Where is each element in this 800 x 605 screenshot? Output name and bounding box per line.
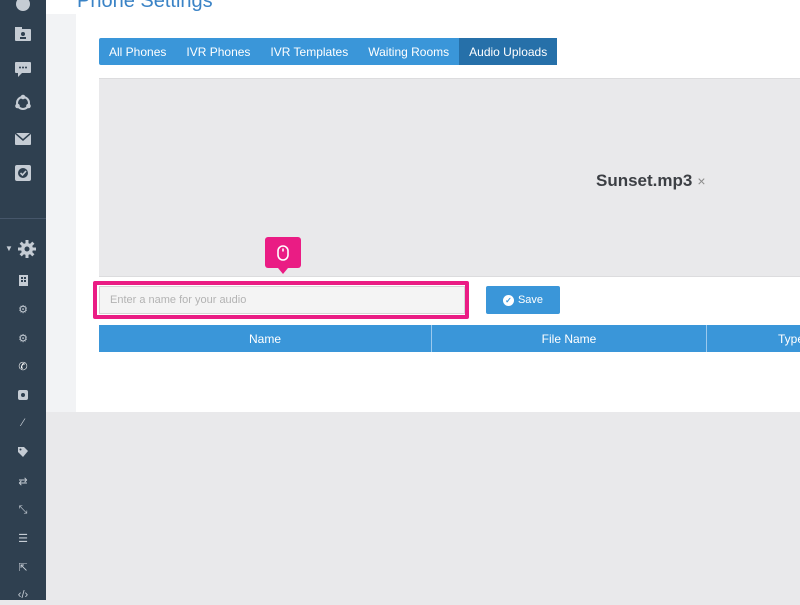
building-icon[interactable] <box>0 270 46 290</box>
check-square-icon[interactable] <box>0 159 46 187</box>
sidebar-divider <box>0 218 46 219</box>
code-icon[interactable]: ‹/› <box>0 585 46 605</box>
tag-icon[interactable] <box>0 442 46 462</box>
content-margin <box>46 14 76 412</box>
tab-waiting-rooms[interactable]: Waiting Rooms <box>358 38 459 65</box>
mail-icon[interactable] <box>0 125 46 153</box>
phone-square-icon[interactable] <box>0 385 46 405</box>
settings-tabs: All Phones IVR Phones IVR Templates Wait… <box>99 38 558 65</box>
page-background <box>46 412 800 600</box>
network-icon[interactable] <box>0 89 46 117</box>
magic-wand-icon[interactable]: ⁄ <box>0 413 46 433</box>
phone-icon[interactable]: ✆ <box>0 356 46 376</box>
check-circle-icon: ✓ <box>502 294 514 306</box>
file-name: Sunset.mp3 <box>596 171 693 190</box>
tab-audio-uploads[interactable]: Audio Uploads <box>459 38 558 65</box>
user-icon[interactable] <box>0 0 46 18</box>
column-header-type[interactable]: Type <box>707 325 800 352</box>
settings-gear-icon[interactable] <box>12 235 42 263</box>
share-icon[interactable]: ⇱ <box>0 557 46 577</box>
tab-all-phones[interactable]: All Phones <box>99 38 176 65</box>
gears-icon[interactable]: ⚙ <box>0 328 46 348</box>
save-button[interactable]: ✓ Save <box>486 286 560 314</box>
page-title: Phone Settings <box>77 0 213 12</box>
uploaded-file: Sunset.mp3 × <box>596 171 706 191</box>
audio-dropzone[interactable]: Sunset.mp3 × <box>99 78 800 277</box>
remove-file-icon[interactable]: × <box>697 173 705 189</box>
chat-icon[interactable] <box>0 55 46 83</box>
column-header-name[interactable]: Name <box>99 325 432 352</box>
tab-ivr-phones[interactable]: IVR Phones <box>176 38 260 65</box>
sliders-icon[interactable]: ☰ <box>0 528 46 548</box>
mouse-icon <box>277 244 289 261</box>
compress-icon[interactable]: ⤡ <box>0 500 46 520</box>
exchange-icon[interactable]: ⇄ <box>0 471 46 491</box>
audio-table-header: Name File Name Type <box>99 325 800 352</box>
sidebar: ▼ ⚙ ⚙ ✆ ⁄ ⇄ ⤡ ☰ ⇱ ‹/› <box>0 0 46 601</box>
gear-icon[interactable]: ⚙ <box>0 299 46 319</box>
audio-name-input[interactable] <box>99 286 465 314</box>
column-header-file-name[interactable]: File Name <box>432 325 707 352</box>
save-button-label: Save <box>517 294 544 306</box>
tab-ivr-templates[interactable]: IVR Templates <box>260 38 358 65</box>
click-indicator-tooltip <box>265 237 301 274</box>
folder-user-icon[interactable] <box>0 20 46 48</box>
